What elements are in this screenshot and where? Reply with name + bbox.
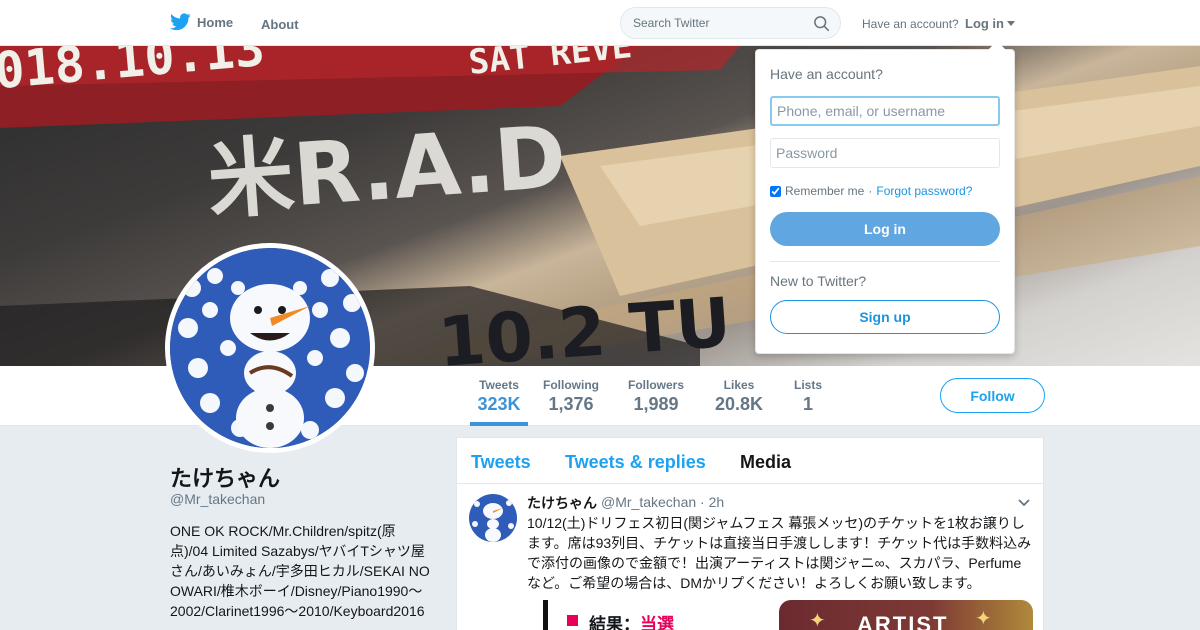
stat-tweets-value: 323K (477, 394, 521, 414)
twitter-bird-icon (170, 13, 191, 31)
dropdown-arrow (988, 41, 1006, 50)
remember-me-checkbox[interactable] (770, 185, 781, 197)
search-icon[interactable] (813, 15, 830, 32)
stat-tweets-label: Tweets (479, 378, 519, 392)
remember-me-label[interactable]: Remember me (785, 184, 864, 198)
tab-media[interactable]: Media (740, 452, 791, 473)
timeline: Tweets Tweets & replies Media たけちゃん @Mr_… (456, 437, 1044, 630)
stat-lists-value: 1 (802, 394, 813, 414)
login-toggle-label: Log in (965, 16, 1004, 31)
timeline-tabs: Tweets Tweets & replies Media (457, 438, 1043, 484)
stat-followers-value: 1,989 (633, 394, 679, 414)
media-result-text: 結果：当選 (589, 610, 674, 630)
avatar-image (170, 248, 370, 448)
media-square-decoration (567, 615, 578, 626)
nav-home-label: Home (197, 14, 234, 30)
login-dropdown-toggle[interactable]: Log in (965, 16, 1015, 31)
banner-text-line2: 米R.A.D (204, 107, 569, 232)
nav-home-link[interactable]: Home (170, 13, 233, 31)
login-dropdown: Have an account? Remember me · Forgot pa… (755, 41, 1015, 354)
media-result-value: 当選 (640, 615, 674, 630)
stat-followers[interactable]: Followers 1,989 (627, 378, 685, 415)
stat-likes[interactable]: Likes 20.8K (712, 378, 766, 415)
media-result-label: 結果： (589, 615, 640, 630)
caret-down-icon (1007, 21, 1015, 26)
tweet-media-image-2[interactable]: ✦ ARTIST ✦ (779, 600, 1033, 630)
tweet-meta: @Mr_takechan · 2h (601, 494, 724, 510)
tweet-separator: · (700, 494, 705, 510)
tweet-author-handle[interactable]: @Mr_takechan (601, 494, 696, 510)
chevron-down-icon[interactable] (1017, 496, 1031, 510)
stat-following[interactable]: Following 1,376 (542, 378, 600, 415)
sparkle-icon: ✦ (975, 608, 992, 630)
remember-separator: · (868, 184, 873, 198)
profile-name[interactable]: たけちゃん (170, 461, 280, 493)
dropdown-title: Have an account? (770, 66, 883, 82)
stat-following-label: Following (543, 378, 599, 392)
username-field[interactable] (770, 96, 1000, 126)
search-box (620, 7, 841, 39)
top-navigation-bar: Home About Have an account? Log in (0, 0, 1200, 46)
media-artist-text: ARTIST (857, 612, 949, 630)
stat-likes-value: 20.8K (714, 394, 764, 414)
tweet-text: 10/12(土)ドリフェス初日(関ジャムフェス 幕張メッセ)のチケットを1枚お譲… (527, 515, 1032, 591)
password-field[interactable] (770, 138, 1000, 168)
sparkle-icon: ✦ (809, 610, 826, 630)
remember-me-row: Remember me · Forgot password? (770, 184, 972, 198)
follow-button[interactable]: Follow (940, 378, 1045, 413)
tweet-avatar-image (469, 494, 517, 542)
signup-button[interactable]: Sign up (770, 300, 1000, 334)
tab-tweets-replies[interactable]: Tweets & replies (565, 452, 706, 473)
stat-tweets[interactable]: Tweets 323K (470, 378, 528, 426)
dropdown-divider (770, 261, 1000, 262)
have-account-text: Have an account? (862, 17, 959, 31)
new-to-twitter-text: New to Twitter? (770, 273, 867, 289)
nav-about-link[interactable]: About (261, 16, 299, 34)
tweet-media-image-1[interactable]: 結果：当選 (539, 600, 749, 630)
search-input[interactable] (633, 16, 803, 30)
login-button[interactable]: Log in (770, 212, 1000, 246)
stat-lists-label: Lists (793, 378, 822, 392)
profile-handle[interactable]: @Mr_takechan (170, 491, 265, 507)
stat-likes-label: Likes (723, 378, 755, 392)
nav-about-label: About (261, 17, 299, 32)
stat-following-value: 1,376 (548, 394, 594, 414)
forgot-password-link[interactable]: Forgot password? (876, 184, 972, 198)
tweet-timestamp[interactable]: 2h (709, 494, 725, 510)
stat-followers-label: Followers (627, 378, 684, 392)
stat-lists[interactable]: Lists 1 (790, 378, 826, 415)
tweet-author-name[interactable]: たけちゃん (527, 493, 597, 513)
tab-tweets[interactable]: Tweets (471, 452, 531, 473)
media-bar-decoration (543, 600, 548, 630)
tweet-avatar[interactable] (469, 494, 517, 542)
profile-bio: ONE OK ROCK/Mr.Children/spitz(原点)/04 Lim… (170, 523, 430, 619)
profile-avatar[interactable] (165, 243, 375, 453)
